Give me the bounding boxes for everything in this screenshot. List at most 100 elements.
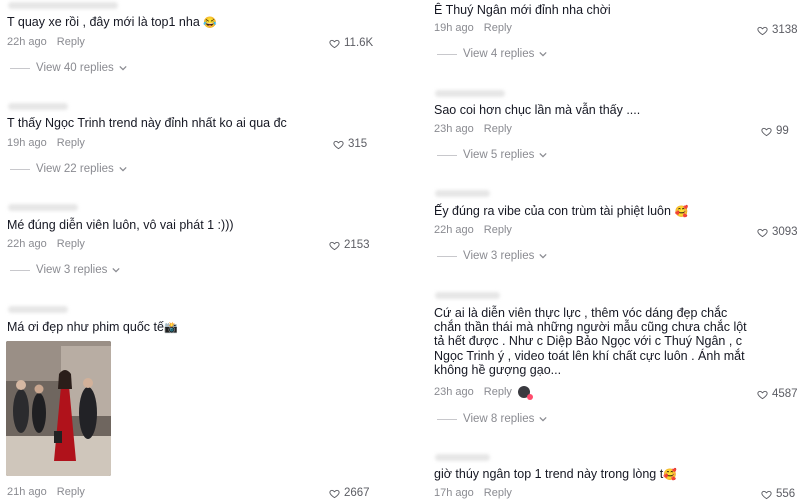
comment-text: giờ thúy ngân top 1 trend này trong lòng… xyxy=(434,467,677,481)
like-count: 3093 xyxy=(772,226,798,238)
reply-button[interactable]: Reply xyxy=(57,238,85,250)
like-count: 2667 xyxy=(344,487,370,499)
reply-button[interactable]: Reply xyxy=(57,137,85,149)
like-count: 315 xyxy=(348,138,368,150)
heart-icon xyxy=(761,127,772,136)
divider-line xyxy=(437,154,457,156)
comment-meta: 19h ago Reply xyxy=(434,22,512,34)
sticker-icon xyxy=(518,386,533,400)
comment-text: Cứ ai là diễn viên thực lực , thêm vóc d… xyxy=(434,306,747,377)
comment-meta: 22h ago Reply xyxy=(7,238,85,250)
blurred-username xyxy=(435,190,490,197)
chevron-down-icon xyxy=(539,51,548,57)
like-button[interactable]: 99 xyxy=(761,125,789,137)
comment-meta: 22h ago Reply xyxy=(7,36,85,48)
comment-time: 22h ago xyxy=(7,238,47,250)
blurred-username xyxy=(8,204,78,211)
blurred-username xyxy=(435,454,490,461)
heart-icon xyxy=(329,241,340,250)
heart-icon xyxy=(329,489,340,498)
reply-button[interactable]: Reply xyxy=(484,224,512,236)
blurred-username xyxy=(8,306,68,313)
comment-text: T thấy Ngọc Trinh trend này đỉnh nhất ko… xyxy=(7,116,287,130)
like-button[interactable]: 4587 xyxy=(757,388,798,400)
blurred-username xyxy=(435,90,505,97)
chevron-down-icon xyxy=(539,152,548,158)
comment-time: 23h ago xyxy=(434,386,474,398)
view-replies-label: View 4 replies xyxy=(463,48,535,60)
comment-meta: 22h ago Reply xyxy=(434,224,512,236)
comment-meta: 21h ago Reply xyxy=(7,486,85,498)
view-replies-label: View 3 replies xyxy=(463,250,535,262)
divider-line xyxy=(437,53,457,55)
blurred-username xyxy=(8,103,68,110)
divider-line xyxy=(437,255,457,257)
like-count: 3138 xyxy=(772,24,798,36)
chevron-down-icon xyxy=(112,267,121,273)
reply-button[interactable]: Reply xyxy=(57,486,85,498)
comment-text: Ếy đúng ra vibe của con trùm tài phiệt l… xyxy=(434,204,689,218)
comment-time: 19h ago xyxy=(7,137,47,149)
heart-icon xyxy=(757,26,768,35)
like-count: 99 xyxy=(776,125,789,137)
blurred-username xyxy=(435,292,500,299)
like-button[interactable]: 3138 xyxy=(757,24,798,36)
comment-text: Má ơi đẹp như phim quốc tế📸 xyxy=(7,320,178,334)
like-button[interactable]: 2667 xyxy=(329,487,370,499)
divider-line xyxy=(10,67,30,69)
chevron-down-icon xyxy=(119,166,127,172)
view-replies-label: View 8 replies xyxy=(463,413,535,425)
comment-text: Ê Thuý Ngân mới đỉnh nha chời xyxy=(434,3,611,17)
reply-button[interactable]: Reply xyxy=(484,386,512,398)
like-count: 11.6K xyxy=(344,37,374,49)
like-count: 2153 xyxy=(344,239,370,251)
view-replies-button[interactable]: View 4 replies xyxy=(437,48,548,60)
comment-text: Mé đúng diễn viên luôn, vô vai phát 1 :)… xyxy=(7,218,234,232)
view-replies-label: View 40 replies xyxy=(36,62,114,74)
like-button[interactable]: 556 xyxy=(761,488,795,500)
comment-text: Sao coi hơn chục lần mà vẫn thấy .... xyxy=(434,103,641,117)
attached-photo[interactable] xyxy=(6,341,111,476)
comment-time: 21h ago xyxy=(7,486,47,498)
heart-icon xyxy=(329,39,340,48)
like-button[interactable]: 11.6K xyxy=(329,37,373,49)
divider-line xyxy=(10,168,30,170)
blurred-username xyxy=(8,2,118,9)
comment-time: 19h ago xyxy=(434,22,474,34)
heart-icon xyxy=(761,490,772,499)
chevron-down-icon xyxy=(539,253,548,259)
chevron-down-icon xyxy=(119,65,127,71)
heart-icon xyxy=(333,140,344,149)
comment-time: 22h ago xyxy=(7,36,47,48)
heart-icon xyxy=(757,390,768,399)
comment-time: 17h ago xyxy=(434,487,474,499)
heart-icon xyxy=(757,228,768,237)
view-replies-button[interactable]: View 5 replies xyxy=(437,149,548,161)
divider-line xyxy=(10,269,30,271)
chevron-down-icon xyxy=(539,416,548,422)
view-replies-button[interactable]: View 3 replies xyxy=(437,250,548,262)
view-replies-label: View 5 replies xyxy=(463,149,535,161)
comment-meta: 23h ago Reply xyxy=(434,123,512,135)
comment-time: 22h ago xyxy=(434,224,474,236)
like-button[interactable]: 2153 xyxy=(329,239,370,251)
comment-text: T quay xe rồi , đây mới là top1 nha 😂 xyxy=(7,15,217,29)
view-replies-button[interactable]: View 3 replies xyxy=(10,264,121,276)
reply-button[interactable]: Reply xyxy=(484,123,512,135)
view-replies-button[interactable]: View 40 replies xyxy=(10,62,127,74)
like-count: 556 xyxy=(776,488,796,500)
view-replies-button[interactable]: View 22 replies xyxy=(10,163,127,175)
photo-illustration xyxy=(6,341,111,476)
comment-meta: 17h ago Reply xyxy=(434,487,512,499)
view-replies-label: View 3 replies xyxy=(36,264,108,276)
comment-meta: 19h ago Reply xyxy=(7,137,85,149)
like-button[interactable]: 315 xyxy=(333,138,367,150)
reply-button[interactable]: Reply xyxy=(484,487,512,499)
reply-button[interactable]: Reply xyxy=(484,22,512,34)
like-count: 4587 xyxy=(772,388,798,400)
comment-time: 23h ago xyxy=(434,123,474,135)
view-replies-button[interactable]: View 8 replies xyxy=(437,413,548,425)
like-button[interactable]: 3093 xyxy=(757,226,798,238)
divider-line xyxy=(437,418,457,420)
reply-button[interactable]: Reply xyxy=(57,36,85,48)
